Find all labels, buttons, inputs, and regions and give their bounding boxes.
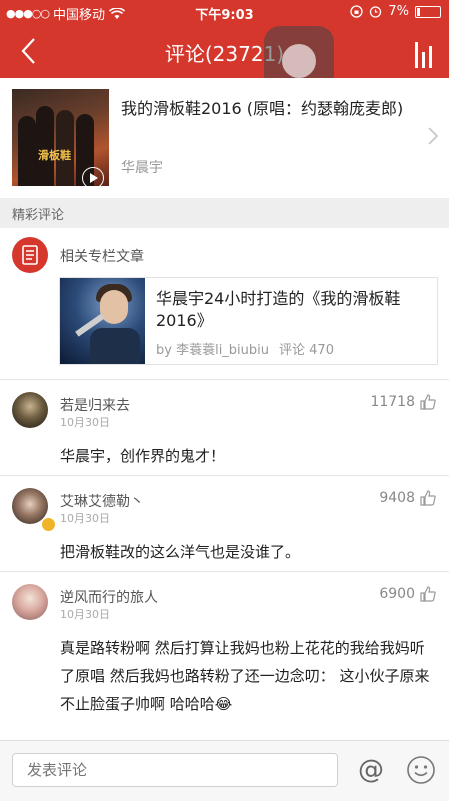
article-icon <box>12 237 48 273</box>
article-thumbnail <box>60 278 145 364</box>
article-title: 华晨宇24小时打造的《我的滑板鞋2016》 <box>156 289 401 330</box>
avatar[interactable] <box>12 584 48 620</box>
comment-text: 真是路转粉啊 然后打算让我妈也粉上花花的我给我妈听了原唱 然后我妈也路转粉了还一… <box>60 639 430 713</box>
status-right: 7% <box>350 4 441 19</box>
play-icon[interactable] <box>82 167 104 186</box>
comment-item: 若是归来去 10月30日 11718 华晨宇，创作界的鬼才！ <box>0 379 449 476</box>
nav-bar: 评论(23721) <box>0 24 449 96</box>
comment-date: 10月30日 <box>60 416 110 429</box>
section-header: 精彩评论 <box>0 198 449 228</box>
chevron-right-icon[interactable] <box>427 126 439 146</box>
comment-username[interactable]: 若是归来去 <box>60 395 130 415</box>
comment-text: 华晨宇，创作界的鬼才！ <box>60 447 226 465</box>
alarm-icon <box>370 6 382 18</box>
related-article-card[interactable]: 华晨宇24小时打造的《我的滑板鞋2016》 by 李蓑蓑li_biubiu 评论 … <box>59 277 438 365</box>
article-meta: by 李蓑蓑li_biubiu 评论 470 <box>156 339 334 358</box>
like-count: 6900 <box>379 586 415 602</box>
cover-figure <box>18 116 36 186</box>
bar-chart-icon-bar <box>421 52 425 68</box>
cover-figure <box>36 106 54 186</box>
bar-chart-icon <box>414 42 418 68</box>
avatar[interactable] <box>12 392 48 428</box>
mention-button[interactable]: @ <box>356 755 386 785</box>
album-cover[interactable]: 滑板鞋 <box>12 89 109 186</box>
like-count: 11718 <box>370 394 415 410</box>
song-artist: 华晨宇 <box>121 160 163 176</box>
comment-username[interactable]: 逆风而行的旅人 <box>60 587 158 607</box>
song-title: 我的滑板鞋2016 (原唱：约瑟翰庞麦郎) <box>121 99 404 118</box>
like-button[interactable]: 6900 <box>379 585 437 603</box>
like-button[interactable]: 9408 <box>379 489 437 507</box>
status-bar: ●●●○○ 中国移动 下午9:03 7% <box>0 0 449 24</box>
vip-badge-icon <box>41 517 56 532</box>
article-author: by 李蓑蓑li_biubiu <box>156 343 270 358</box>
thumb-face <box>100 290 128 324</box>
bar-chart-icon-bar <box>428 46 432 68</box>
orientation-lock-icon <box>350 5 364 18</box>
comment-date: 10月30日 <box>60 608 110 621</box>
like-count: 9408 <box>379 490 415 506</box>
comment-input-bar: @ <box>0 740 449 801</box>
battery-percent: 7% <box>388 4 409 19</box>
page-title: 评论(23721) <box>164 42 285 66</box>
comment-username[interactable]: 艾琳艾德勒丶 <box>60 491 144 511</box>
thumbs-up-icon <box>420 394 436 410</box>
battery-icon <box>415 5 441 18</box>
section-label: 精彩评论 <box>12 208 65 223</box>
comment-list: 相关专栏文章 华晨宇24小时打造的《我的滑板鞋2016》 by 李蓑蓑li_bi… <box>0 228 449 740</box>
comment-date: 10月30日 <box>60 512 110 525</box>
document-icon <box>22 245 38 265</box>
ranking-button[interactable] <box>407 34 439 68</box>
cover-logo-text: 滑板鞋 <box>38 149 71 162</box>
related-articles-label: 相关专栏文章 <box>60 249 144 265</box>
song-card[interactable]: 滑板鞋 我的滑板鞋2016 (原唱：约瑟翰庞麦郎) 华晨宇 <box>0 78 449 198</box>
comment-item: 逆风而行的旅人 10月30日 6900 真是路转粉啊 然后打算让我妈也粉上花花的… <box>0 571 449 741</box>
thumb-body <box>90 328 140 364</box>
article-comment-count: 评论 470 <box>279 343 334 358</box>
comment-text: 把滑板鞋改的这么洋气也是没谁了。 <box>60 543 301 561</box>
comment-input[interactable] <box>12 753 338 787</box>
thumbs-up-icon <box>420 586 436 602</box>
thumbs-up-icon <box>420 490 436 506</box>
comment-item: 艾琳艾德勒丶 10月30日 9408 把滑板鞋改的这么洋气也是没谁了。 <box>0 475 449 572</box>
like-button[interactable]: 11718 <box>370 393 437 411</box>
emoji-icon[interactable] <box>406 755 436 785</box>
